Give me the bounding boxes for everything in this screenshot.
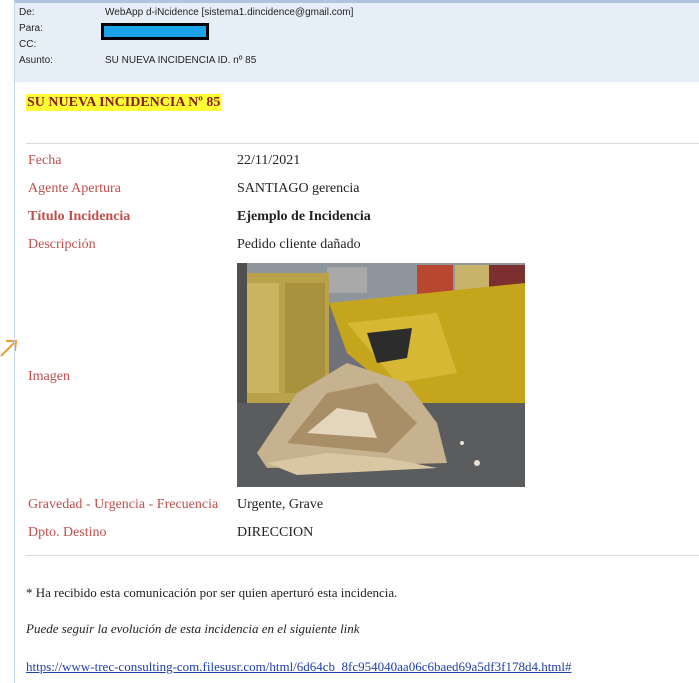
divider-bottom <box>26 555 699 556</box>
field-label-agente: Agente Apertura <box>28 181 121 196</box>
field-value-dpto: DIRECCION <box>237 525 314 540</box>
from-label: De: <box>19 7 35 18</box>
incident-title: SU NUEVA INCIDENCIA Nº 85 <box>26 94 222 111</box>
field-value-agente: SANTIAGO gerencia <box>237 181 360 196</box>
follow-text: Puede seguir la evolución de esta incide… <box>26 621 360 636</box>
field-value-gravedad: Urgente, Grave <box>237 497 324 512</box>
field-label-descripcion: Descripción <box>28 237 96 252</box>
field-label-gravedad: Gravedad - Urgencia - Frecuencia <box>28 497 219 512</box>
field-label-dpto: Dpto. Destino <box>28 525 107 540</box>
field-label-imagen: Imagen <box>28 369 70 384</box>
field-value-titulo: Ejemplo de Incidencia <box>237 209 371 224</box>
email-header: De: WebApp d-iNcidence [sistema1.dincide… <box>14 0 699 82</box>
to-label: Para: <box>19 23 43 34</box>
subject-label: Asunto: <box>19 55 53 66</box>
notice-text: * Ha recibido esta comunicación por ser … <box>26 585 398 600</box>
field-label-titulo: Título Incidencia <box>28 209 131 224</box>
incident-link[interactable]: https://www-trec-consulting-com.filesusr… <box>26 659 572 675</box>
field-label-fecha: Fecha <box>28 153 62 168</box>
field-value-descripcion: Pedido cliente dañado <box>237 237 361 252</box>
incident-photo[interactable] <box>237 263 525 487</box>
subject-value: SU NUEVA INCIDENCIA ID. nº 85 <box>105 55 257 66</box>
cc-label: CC: <box>19 39 37 50</box>
divider-top <box>26 143 699 144</box>
from-value[interactable]: WebApp d-iNcidence [sistema1.dincidence@… <box>105 7 353 18</box>
field-value-fecha: 22/11/2021 <box>237 153 301 168</box>
redacted-recipient <box>101 23 209 40</box>
